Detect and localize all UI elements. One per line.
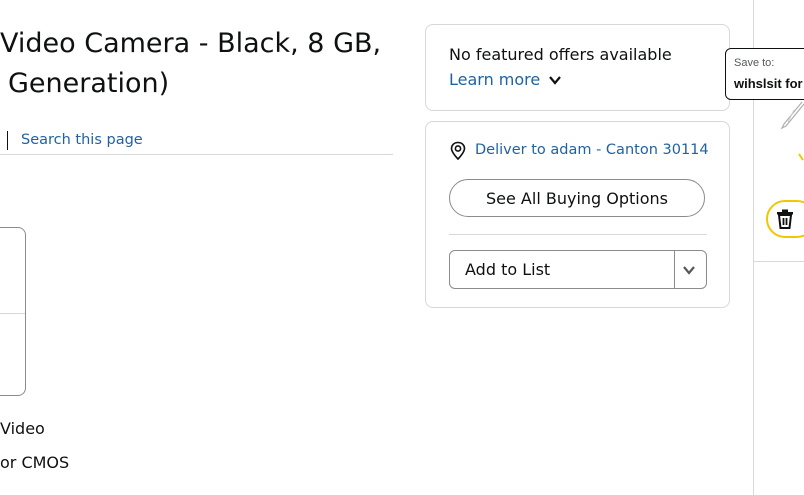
product-title-line-1: Video Camera - Black, 8 GB, [0,28,382,59]
spec-line: or CMOS [0,453,70,472]
no-offers-text: No featured offers available [449,45,672,64]
divider [0,154,393,155]
featured-offers-card [425,24,730,111]
learn-more-link[interactable]: Learn more [449,70,540,89]
save-to-popover[interactable] [725,48,804,100]
highlight-mark-icon [798,153,804,161]
separator [7,131,8,150]
save-to-label: Save to: [734,57,775,69]
search-this-page-link[interactable]: Search this page [21,132,143,148]
spec-line: Video [0,419,45,438]
deliver-to-link[interactable]: Deliver to adam - Canton 30114 [475,142,709,158]
divider [449,234,707,235]
chevron-down-icon[interactable] [682,263,696,277]
divider [753,261,804,262]
location-pin-icon [450,141,466,161]
option-box-divider [0,313,25,314]
button-separator [674,251,675,288]
save-list-name[interactable]: wihslsit for [734,76,803,91]
product-option-box[interactable] [0,227,26,396]
add-to-list-label[interactable]: Add to List [465,260,550,279]
pencil-sketch-icon [780,101,804,130]
product-title-line-2: Generation) [8,68,170,99]
see-all-buying-options-button[interactable]: See All Buying Options [449,179,705,217]
chevron-down-icon[interactable] [548,73,562,87]
trash-icon[interactable] [776,209,794,229]
